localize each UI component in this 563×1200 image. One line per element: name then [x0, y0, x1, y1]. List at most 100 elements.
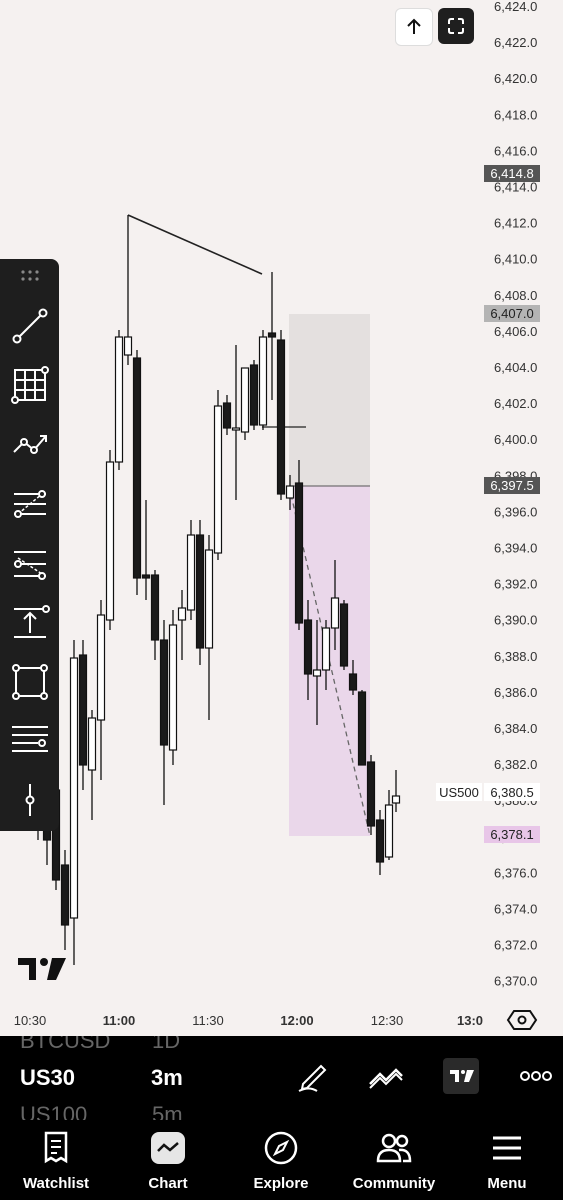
tool-trend-line[interactable] — [8, 304, 52, 348]
tool-path[interactable] — [8, 422, 52, 466]
candle-body — [258, 336, 268, 426]
candle-body — [141, 574, 151, 579]
tradingview-button[interactable] — [443, 1058, 479, 1094]
price-axis-label: 6,422.0 — [494, 35, 537, 50]
candle-body — [114, 336, 124, 463]
chart-type-button[interactable] — [366, 1058, 406, 1094]
bottom-navigation: Watchlist Chart Explore Community Menu — [0, 1120, 563, 1200]
svg-text:6,407.0: 6,407.0 — [490, 306, 533, 321]
tool-fib-extension[interactable] — [8, 542, 52, 586]
svg-text:6,397.5: 6,397.5 — [490, 478, 533, 493]
price-chart[interactable]: 6,424.0 6,422.0 6,420.0 6,418.0 6,416.0 6,414… — [0, 0, 563, 1036]
tool-rectangle[interactable] — [8, 660, 52, 704]
chart-icon — [151, 1132, 185, 1164]
nav-community[interactable]: Community — [338, 1120, 450, 1200]
price-axis-label: 6,390.0 — [494, 613, 537, 628]
trend-line-icon — [12, 308, 48, 344]
tool-vertical-line[interactable] — [8, 778, 52, 822]
price-axis-label: 6,416.0 — [494, 143, 537, 158]
candle-body — [339, 603, 349, 667]
horizontal-lines-icon — [12, 726, 48, 752]
time-axis-label: 10:30 — [14, 1013, 47, 1028]
nav-community-label: Community — [352, 1175, 436, 1192]
candle-body — [249, 364, 259, 426]
scroll-to-realtime-button[interactable] — [395, 8, 433, 46]
nav-chart-label: Chart — [148, 1175, 188, 1192]
price-axis-label: 6,404.0 — [494, 360, 537, 375]
tool-grid[interactable] — [8, 363, 52, 407]
long-position-icon — [14, 605, 50, 638]
symbol-interval-picker[interactable]: BTCUSD 1D US30 3m US100 5m — [0, 1036, 563, 1120]
symbol-selector[interactable]: US30 — [20, 1065, 75, 1091]
nav-explore[interactable]: Explore — [225, 1120, 337, 1200]
toolbar-drag-handle[interactable] — [8, 261, 52, 291]
candle-body — [357, 691, 367, 766]
candle-body — [204, 549, 214, 649]
candle-body — [240, 367, 250, 433]
nav-chart[interactable]: Chart — [112, 1120, 224, 1200]
price-badge-risk: 6,407.0 — [484, 305, 540, 322]
drawing-toolbar — [0, 259, 59, 831]
fib-retracement-icon — [14, 490, 46, 518]
time-axis[interactable]: 10:30 11:00 11:30 12:00 12:30 13:0 — [14, 1013, 483, 1028]
line-chart-icon — [369, 1068, 403, 1089]
chart-settings-icon[interactable] — [506, 1010, 538, 1030]
rectangle-icon — [12, 664, 48, 700]
menu-icon — [493, 1136, 521, 1160]
prev-symbol[interactable]: BTCUSD — [20, 1036, 110, 1054]
nav-menu[interactable]: Menu — [451, 1120, 563, 1200]
candle-body — [303, 619, 313, 675]
price-axis-label: 6,396.0 — [494, 504, 537, 519]
fullscreen-button[interactable] — [438, 8, 474, 44]
next-symbol[interactable]: US100 — [20, 1102, 87, 1120]
candle-body — [294, 482, 304, 624]
price-badge-top: 6,414.8 — [484, 165, 540, 182]
price-axis-label: 6,392.0 — [494, 577, 537, 592]
price-axis-label: 6,424.0 — [494, 0, 537, 14]
candle-body — [60, 864, 70, 926]
time-axis-label: 11:00 — [103, 1013, 136, 1028]
tool-horizontal-lines[interactable] — [8, 719, 52, 763]
price-axis-label: 6,388.0 — [494, 649, 537, 664]
watchlist-icon — [44, 1131, 68, 1164]
price-axis-label: 6,370.0 — [494, 974, 537, 989]
candle-body — [159, 639, 169, 746]
tradingview-icon — [450, 1070, 474, 1082]
drawing-button[interactable] — [295, 1058, 331, 1094]
candle-body — [391, 795, 401, 804]
candle-body — [186, 534, 196, 611]
nav-explore-label: Explore — [253, 1175, 309, 1192]
chart-area[interactable]: 6,424.0 6,422.0 6,420.0 6,418.0 6,416.0 6,414… — [0, 0, 563, 1036]
arrow-up-icon — [407, 18, 421, 34]
candle-body — [267, 332, 277, 338]
nav-watchlist[interactable]: Watchlist — [0, 1120, 112, 1200]
time-axis-label: 12:00 — [280, 1013, 313, 1028]
interval-selector[interactable]: 3m — [151, 1065, 183, 1091]
svg-text:6,378.1: 6,378.1 — [490, 827, 533, 842]
price-axis-label: 6,394.0 — [494, 541, 537, 556]
candle-body — [69, 657, 79, 919]
price-axis-label: 6,372.0 — [494, 938, 537, 953]
stop-loss-zone[interactable] — [289, 314, 370, 486]
time-axis-label: 11:30 — [192, 1013, 224, 1028]
fib-extension-icon — [14, 551, 46, 580]
price-axis-label: 6,418.0 — [494, 107, 537, 122]
grid-icon — [11, 366, 49, 404]
candle-body — [222, 402, 232, 429]
tool-long-position[interactable] — [8, 601, 52, 645]
candle-body — [321, 627, 331, 671]
trend-line[interactable] — [127, 214, 263, 275]
candle-body — [231, 427, 241, 431]
time-axis-label: 13:0 — [457, 1013, 483, 1028]
price-axis-label: 6,376.0 — [494, 865, 537, 880]
candle-body — [177, 607, 187, 621]
more-options-button[interactable] — [518, 1064, 554, 1088]
price-axis-label: 6,384.0 — [494, 721, 537, 736]
svg-text:6,414.8: 6,414.8 — [490, 166, 533, 181]
tradingview-logo — [18, 958, 66, 980]
tool-fib-retracement[interactable] — [8, 482, 52, 526]
prev-interval[interactable]: 1D — [152, 1036, 180, 1054]
price-axis-label: 6,406.0 — [494, 324, 537, 339]
more-icon — [520, 1071, 552, 1081]
next-interval[interactable]: 5m — [152, 1102, 183, 1120]
